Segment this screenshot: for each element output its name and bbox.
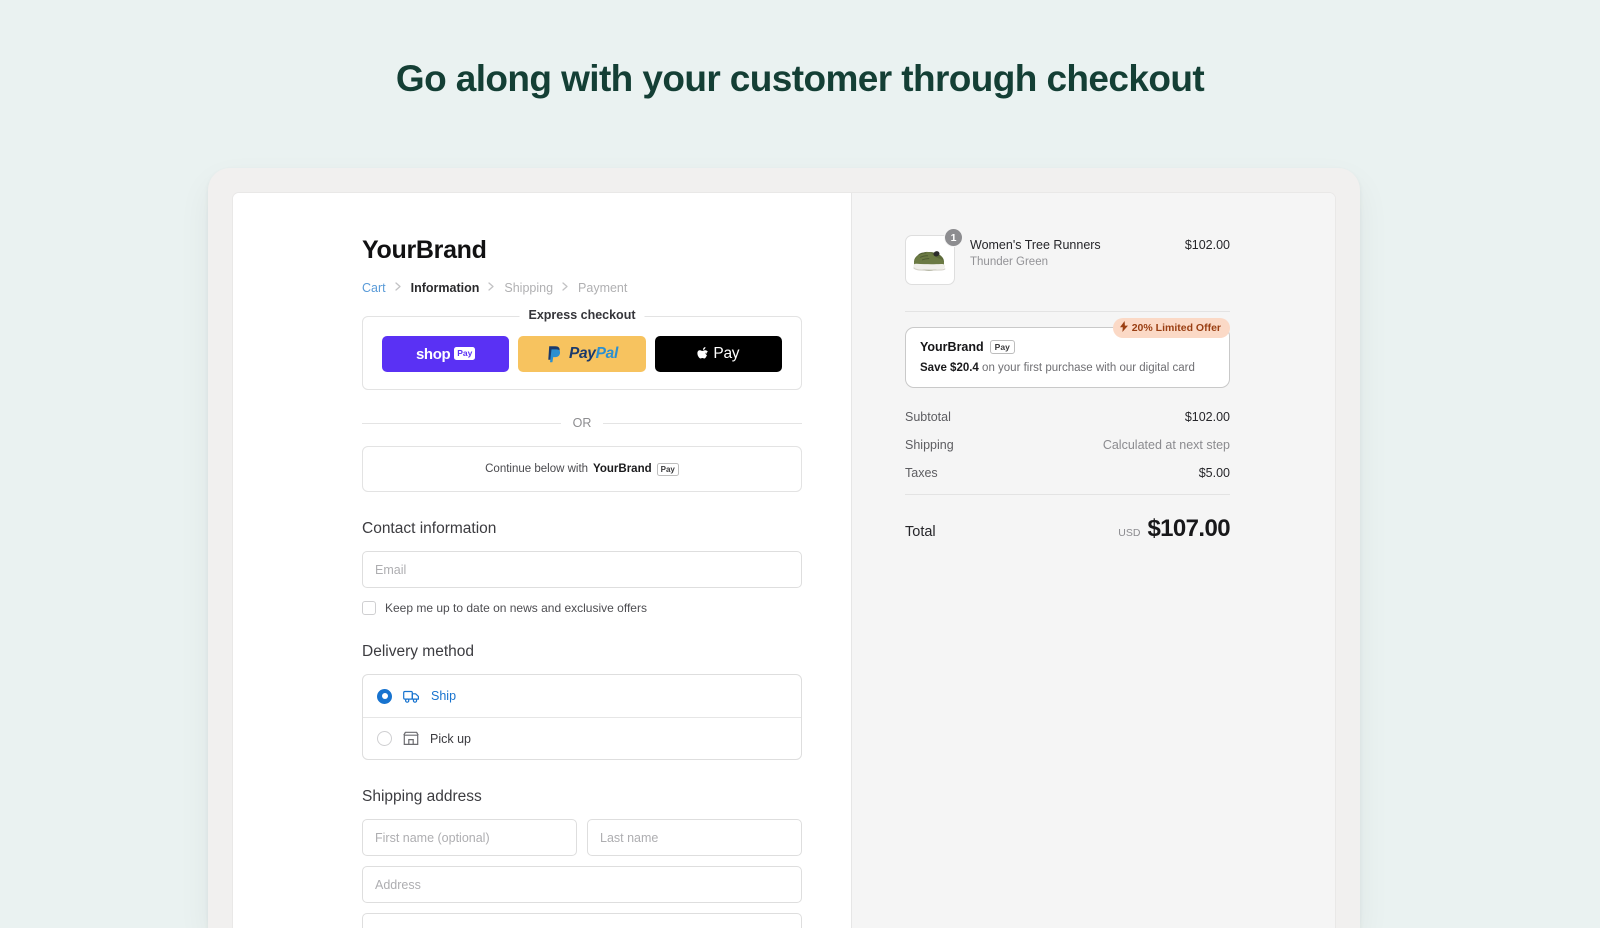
order-summary-column: 1 Women's Tree Runners Thunder Green $10…: [852, 193, 1335, 928]
grand-total-divider: [905, 494, 1230, 495]
email-field[interactable]: Email: [362, 551, 802, 588]
promo-offer-card[interactable]: 20% Limited Offer YourBrand Pay Save $20…: [905, 318, 1230, 388]
newsletter-label: Keep me up to date on news and exclusive…: [385, 601, 647, 615]
divider-line-right: [603, 422, 802, 424]
last-name-field[interactable]: Last name: [587, 819, 802, 856]
taxes-label: Taxes: [905, 466, 938, 480]
express-checkout-section: Express checkout shop Pay PayPal Pay: [362, 308, 802, 390]
delivery-option-ship[interactable]: Ship: [363, 675, 801, 717]
taxes-value: $5.00: [1198, 466, 1230, 480]
grand-total-currency: USD: [1118, 527, 1141, 539]
chevron-right-icon: [562, 282, 569, 294]
line-item-details: Women's Tree Runners Thunder Green: [970, 235, 1170, 268]
promo-brand-label: YourBrand: [920, 340, 984, 354]
summary-totals: Subtotal $102.00 Shipping Calculated at …: [905, 410, 1231, 543]
delivery-method-group: Ship Pick up: [362, 674, 802, 760]
limited-offer-badge-text: 20% Limited Offer: [1131, 322, 1221, 334]
delivery-option-ship-label: Ship: [431, 689, 457, 703]
paypal-label-pay: Pay: [568, 345, 596, 362]
grand-total-amount: $107.00: [1147, 515, 1230, 542]
checkout-form-column: YourBrand Cart Information Shipping Paym…: [233, 193, 852, 928]
breadcrumb-item-information[interactable]: Information: [411, 281, 480, 295]
device-frame: YourBrand Cart Information Shipping Paym…: [208, 168, 1360, 928]
subtotal-value: $102.00: [1184, 410, 1230, 424]
device-screen: YourBrand Cart Information Shipping Paym…: [232, 192, 1336, 928]
continue-brand-label: YourBrand: [593, 463, 652, 475]
product-variant: Thunder Green: [970, 256, 1048, 268]
or-label: OR: [572, 416, 592, 430]
truck-icon: [403, 689, 420, 704]
shipping-value: Calculated at next step: [1102, 438, 1230, 452]
address-line-2-field[interactable]: [362, 913, 802, 928]
delivery-radio-pickup[interactable]: [377, 731, 392, 746]
breadcrumb: Cart Information Shipping Payment: [362, 281, 802, 295]
paypal-button[interactable]: PayPal: [518, 336, 646, 372]
address-field[interactable]: Address: [362, 866, 802, 903]
page-headline: Go along with your customer through chec…: [395, 58, 1205, 99]
delivery-option-pickup[interactable]: Pick up: [363, 717, 801, 759]
breadcrumb-item-shipping[interactable]: Shipping: [504, 281, 553, 295]
delivery-radio-ship[interactable]: [377, 688, 392, 704]
delivery-method-title: Delivery method: [362, 643, 474, 660]
shop-pay-button[interactable]: shop Pay: [382, 336, 510, 372]
continue-prefix-label: Continue below with: [485, 463, 589, 475]
breadcrumb-item-cart[interactable]: Cart: [362, 281, 386, 295]
product-name: Women's Tree Runners: [970, 238, 1101, 252]
apple-logo-icon: [697, 346, 710, 362]
breadcrumb-item-payment[interactable]: Payment: [578, 281, 627, 295]
chevron-right-icon: [394, 282, 402, 294]
promo-description: on your first purchase with our digital …: [982, 362, 1195, 374]
store-icon: [403, 731, 419, 746]
promo-save-amount: Save $20.4: [920, 362, 979, 374]
product-thumbnail-wrap: 1: [905, 228, 963, 285]
order-line-item: 1 Women's Tree Runners Thunder Green $10…: [905, 228, 1230, 285]
name-fields-row: First name (optional) Last name: [362, 819, 802, 856]
total-row-taxes: Taxes $5.00: [905, 466, 1230, 480]
chevron-right-icon: [488, 282, 495, 294]
limited-offer-badge: 20% Limited Offer: [1112, 318, 1230, 338]
shipping-label: Shipping: [905, 438, 954, 452]
shipping-address-title: Shipping address: [362, 788, 482, 805]
lightning-bolt-icon: [1119, 321, 1128, 335]
paypal-logo-icon: [546, 345, 563, 364]
apple-pay-button[interactable]: Pay: [654, 336, 782, 372]
or-divider: OR: [362, 416, 802, 430]
product-price: $102.00: [1184, 238, 1230, 252]
divider-line-left: [362, 422, 561, 424]
newsletter-checkbox[interactable]: [362, 601, 376, 615]
apple-pay-label: Pay: [713, 345, 740, 362]
continue-below-banner: Continue below with YourBrand Pay: [362, 446, 802, 492]
total-row-shipping: Shipping Calculated at next step: [905, 438, 1230, 452]
total-row-subtotal: Subtotal $102.00: [905, 410, 1230, 424]
delivery-option-pickup-label: Pick up: [430, 731, 471, 746]
shop-pay-label: shop: [415, 345, 451, 363]
quantity-badge: 1: [944, 228, 963, 247]
grand-total-label: Total: [905, 524, 936, 540]
grand-total-row: Total USD $107.00: [905, 515, 1231, 543]
summary-divider: [905, 311, 1230, 312]
store-brand-title: YourBrand: [362, 236, 487, 264]
shop-pay-chip: Pay: [454, 346, 476, 360]
subtotal-label: Subtotal: [905, 410, 951, 424]
express-checkout-legend: Express checkout: [519, 308, 645, 322]
contact-information-title: Contact information: [362, 520, 497, 537]
first-name-field[interactable]: First name (optional): [362, 819, 577, 856]
continue-pay-chip: Pay: [656, 462, 679, 476]
paypal-label-pal: Pal: [595, 345, 619, 362]
newsletter-row[interactable]: Keep me up to date on news and exclusive…: [362, 601, 802, 615]
promo-pay-chip: Pay: [989, 340, 1015, 354]
